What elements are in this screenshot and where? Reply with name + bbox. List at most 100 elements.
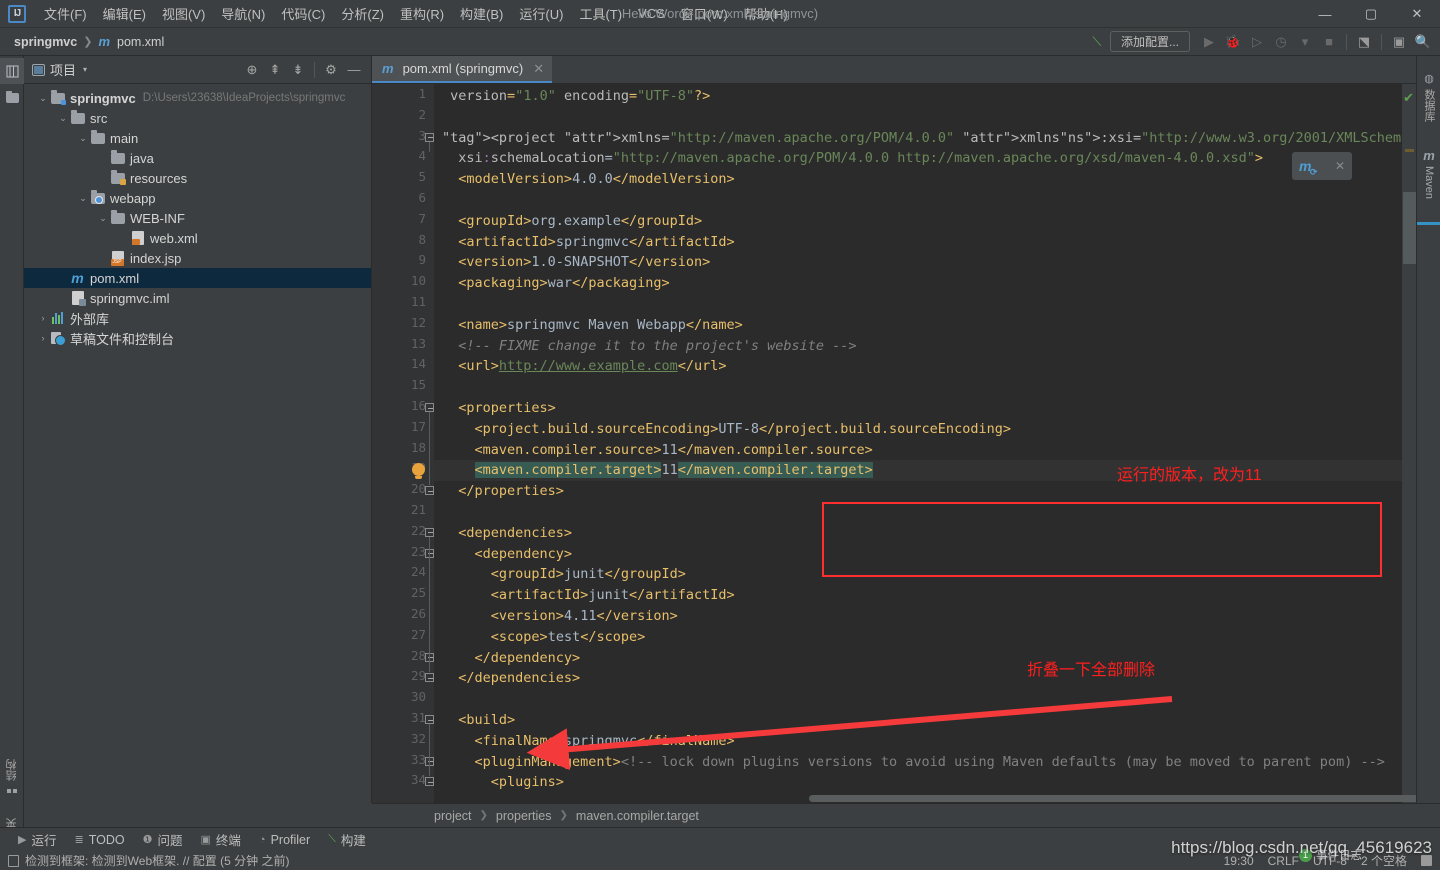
tree-item-web.xml[interactable]: web.xml (24, 228, 371, 248)
code-line[interactable]: </properties> (434, 481, 1416, 502)
code-line[interactable] (434, 689, 1416, 710)
breadcrumb-maven-compiler-target[interactable]: maven.compiler.target (576, 809, 699, 823)
tree-twisty-icon[interactable]: › (36, 313, 50, 323)
code-line[interactable]: <dependencies> (434, 523, 1416, 544)
terminal-icon[interactable]: ▣ (1388, 31, 1410, 53)
collapse-all-icon[interactable]: ⇟ (287, 59, 309, 81)
debug-icon[interactable]: 🐞 (1222, 31, 1244, 53)
code-line[interactable]: <version>4.11</version> (434, 606, 1416, 627)
search-icon[interactable]: 🔍 (1412, 31, 1434, 53)
hide-panel-icon[interactable]: — (343, 59, 365, 81)
rail-database-button[interactable]: ◍ 数据库 (1417, 62, 1440, 132)
code-line[interactable]: <plugins> (434, 772, 1416, 793)
code-line[interactable] (434, 502, 1416, 523)
build-project-icon[interactable]: ⬔ (1353, 31, 1375, 53)
bottom-item-terminal[interactable]: ▣ 终端 (200, 830, 240, 849)
breadcrumb-properties[interactable]: properties (496, 809, 552, 823)
rail-structure-button[interactable]: 结构 (0, 746, 24, 806)
code-line[interactable]: <scope>test</scope> (434, 627, 1416, 648)
tree-item-resources[interactable]: resources (24, 168, 371, 188)
code-line[interactable]: <finalName>springmvc</finalName> (434, 731, 1416, 752)
menu-analyze[interactable]: 分析(Z) (333, 0, 392, 27)
run-coverage-icon[interactable]: ▷ (1246, 31, 1268, 53)
menu-view[interactable]: 视图(V) (154, 0, 213, 27)
close-button[interactable]: ✕ (1394, 0, 1440, 28)
maximize-button[interactable]: ▢ (1348, 0, 1394, 28)
code-content[interactable]: version="1.0" encoding="UTF-8"?> "tag"><… (434, 84, 1416, 803)
tree-twisty-icon[interactable]: ⌄ (36, 93, 50, 104)
run-icon[interactable]: ▶ (1198, 31, 1220, 53)
code-line[interactable]: <dependency> (434, 544, 1416, 565)
menu-run[interactable]: 运行(U) (511, 0, 571, 27)
tree-twisty-icon[interactable]: ⌄ (76, 193, 90, 204)
inspection-status-icon[interactable]: ✔ (1403, 90, 1414, 106)
tree-twisty-icon[interactable]: ⌄ (96, 213, 110, 224)
maven-reload-icon[interactable]: m (1299, 158, 1318, 178)
code-line[interactable]: <pluginManagement><!-- lock down plugins… (434, 752, 1416, 773)
code-line[interactable]: version="1.0" encoding="UTF-8"?> (434, 86, 1416, 107)
tree-twisty-icon[interactable]: ⌄ (76, 133, 90, 144)
code-editor[interactable]: 1234567891011121314151617181920212223242… (372, 84, 1416, 803)
code-line[interactable]: <groupId>org.example</groupId> (434, 211, 1416, 232)
code-line[interactable]: <properties> (434, 398, 1416, 419)
tree-item-springmvc[interactable]: ⌄ springmvc D:\Users\23638\IdeaProjects\sp… (24, 88, 371, 108)
add-configuration-button[interactable]: 添加配置... (1109, 31, 1190, 52)
rail-maven-button[interactable]: m Maven (1417, 138, 1440, 210)
tree-item-src[interactable]: ⌄ src (24, 108, 371, 128)
code-line[interactable]: <groupId>junit</groupId> (434, 564, 1416, 585)
status-message-group[interactable]: 检测到框架: 检测到Web框架. // 配置 (5 分钟 之前) (8, 852, 289, 869)
code-line[interactable] (434, 190, 1416, 211)
tree-item-main[interactable]: ⌄ main (24, 128, 371, 148)
menu-code[interactable]: 代码(C) (273, 0, 333, 27)
tree-item-[interactable]: › 草稿文件和控制台 (24, 328, 371, 348)
code-line[interactable]: "tag"><project "attr">xmlns="http://mave… (434, 128, 1416, 149)
expand-all-icon[interactable]: ⇞ (264, 59, 286, 81)
profile-icon[interactable]: ◷ (1270, 31, 1292, 53)
editor-gutter[interactable]: 1234567891011121314151617181920212223242… (372, 84, 434, 803)
close-icon[interactable]: ✕ (533, 61, 544, 77)
horizontal-scrollbar[interactable] (434, 794, 1416, 803)
stop-icon[interactable]: ■ (1318, 31, 1340, 53)
menu-build[interactable]: 构建(B) (452, 0, 511, 27)
close-icon[interactable]: ✕ (1335, 159, 1345, 173)
code-line[interactable]: <build> (434, 710, 1416, 731)
menu-edit[interactable]: 编辑(E) (95, 0, 154, 27)
tree-item-index.jsp[interactable]: index.jsp (24, 248, 371, 268)
chevron-down-icon[interactable]: ▾ (83, 65, 87, 74)
tab-pom-xml[interactable]: m pom.xml (springmvc) ✕ (372, 56, 553, 83)
bottom-item-profiler[interactable]: ◔ Profiler (259, 833, 310, 847)
code-line[interactable]: </dependency> (434, 648, 1416, 669)
menu-refactor[interactable]: 重构(R) (392, 0, 452, 27)
menu-file[interactable]: 文件(F) (36, 0, 95, 27)
scrollbar-thumb[interactable] (1403, 192, 1416, 264)
code-line[interactable]: xsi:schemaLocation="http://maven.apache.… (434, 148, 1416, 169)
code-line[interactable]: <version>1.0-SNAPSHOT</version> (434, 252, 1416, 273)
code-line[interactable]: <modelVersion>4.0.0</modelVersion> (434, 169, 1416, 190)
minimize-button[interactable]: — (1302, 0, 1348, 28)
code-line[interactable]: <project.build.sourceEncoding>UTF-8</pro… (434, 419, 1416, 440)
bottom-item-run[interactable]: ▶ 运行 (18, 830, 56, 849)
code-line[interactable]: </dependencies> (434, 668, 1416, 689)
nav-file-name[interactable]: pom.xml (117, 35, 164, 49)
tree-item-springmvc.iml[interactable]: springmvc.iml (24, 288, 371, 308)
tree-twisty-icon[interactable]: › (36, 333, 50, 343)
scroll-from-source-icon[interactable]: ⊕ (241, 59, 263, 81)
code-line[interactable] (434, 377, 1416, 398)
marker-warning[interactable] (1405, 149, 1414, 152)
nav-project-name[interactable]: springmvc (14, 35, 77, 49)
code-line[interactable]: <artifactId>springmvc</artifactId> (434, 232, 1416, 253)
code-line[interactable] (434, 294, 1416, 315)
horizontal-scrollbar-thumb[interactable] (809, 795, 1416, 802)
code-line[interactable]: <url>http://www.example.com</url> (434, 356, 1416, 377)
tree-item-[interactable]: › 外部库 (24, 308, 371, 328)
hammer-build-icon[interactable]: ⟍ (1086, 31, 1108, 53)
editor-marker-strip[interactable]: ✔ (1402, 84, 1416, 803)
code-line[interactable]: <packaging>war</packaging> (434, 273, 1416, 294)
bottom-item-problems[interactable]: ❶ 问题 (143, 830, 183, 849)
maven-reimport-popup[interactable]: m ✕ (1292, 152, 1352, 180)
code-line[interactable] (434, 107, 1416, 128)
breadcrumb-project[interactable]: project (434, 809, 472, 823)
bottom-item-todo[interactable]: ≣ TODO (74, 833, 124, 847)
chevron-down-icon[interactable]: ▾ (1294, 31, 1316, 53)
rail-project-icon[interactable] (0, 58, 24, 84)
